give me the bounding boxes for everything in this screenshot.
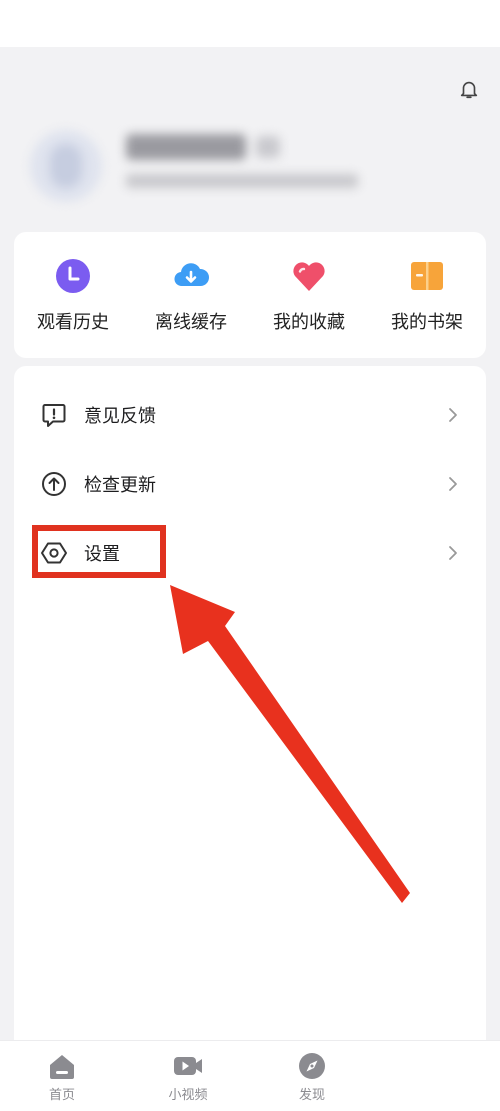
tab-home[interactable]: 首页 — [17, 1041, 107, 1111]
bell-icon[interactable] — [458, 78, 480, 100]
book-icon — [411, 262, 443, 290]
quick-offline-cache[interactable]: 离线缓存 — [136, 256, 246, 334]
quick-label: 离线缓存 — [155, 312, 227, 333]
tab-discover[interactable]: 发现 — [267, 1041, 357, 1111]
quick-favorites[interactable]: 我的收藏 — [254, 256, 364, 334]
menu-card: 意见反馈 检查更新 设置 — [14, 366, 486, 1056]
menu-label: 检查更新 — [84, 475, 156, 496]
menu-label: 意见反馈 — [84, 406, 156, 427]
menu-item-check-update[interactable]: 检查更新 — [14, 456, 486, 512]
quick-bookshelf[interactable]: 我的书架 — [372, 256, 482, 334]
quick-label: 我的收藏 — [273, 312, 345, 333]
quick-watch-history[interactable]: 观看历史 — [18, 256, 128, 334]
tab-label: 首页 — [48, 1088, 75, 1103]
quick-label: 我的书架 — [391, 312, 463, 333]
annotation-highlight-box — [32, 525, 166, 578]
chevron-right-icon — [449, 408, 457, 422]
update-arrow-icon — [42, 472, 66, 496]
profile-header-blurred[interactable] — [30, 122, 470, 212]
quick-label: 观看历史 — [37, 312, 109, 333]
home-icon — [50, 1055, 74, 1079]
compass-icon — [299, 1053, 325, 1079]
feedback-icon — [42, 404, 66, 427]
heart-icon — [293, 262, 325, 291]
user-subtitle-blurred — [126, 174, 358, 188]
tab-label: 发现 — [298, 1088, 325, 1103]
menu-item-feedback[interactable]: 意见反馈 — [14, 387, 486, 443]
quick-actions-card: 观看历史 离线缓存 我的收藏 我的书架 — [14, 232, 486, 358]
username-blurred — [126, 134, 246, 160]
username-tag-blurred — [256, 136, 280, 158]
bottom-tab-bar: 首页 小视频 发现 — [0, 1040, 500, 1111]
chevron-right-icon — [449, 477, 457, 491]
video-icon — [174, 1057, 202, 1075]
status-bar — [0, 0, 500, 47]
tab-label: 小视频 — [168, 1088, 208, 1103]
chevron-right-icon — [449, 546, 457, 560]
avatar[interactable] — [30, 130, 102, 202]
cloud-download-icon — [174, 263, 210, 287]
clock-icon — [56, 259, 90, 293]
tab-short-video[interactable]: 小视频 — [143, 1041, 233, 1111]
